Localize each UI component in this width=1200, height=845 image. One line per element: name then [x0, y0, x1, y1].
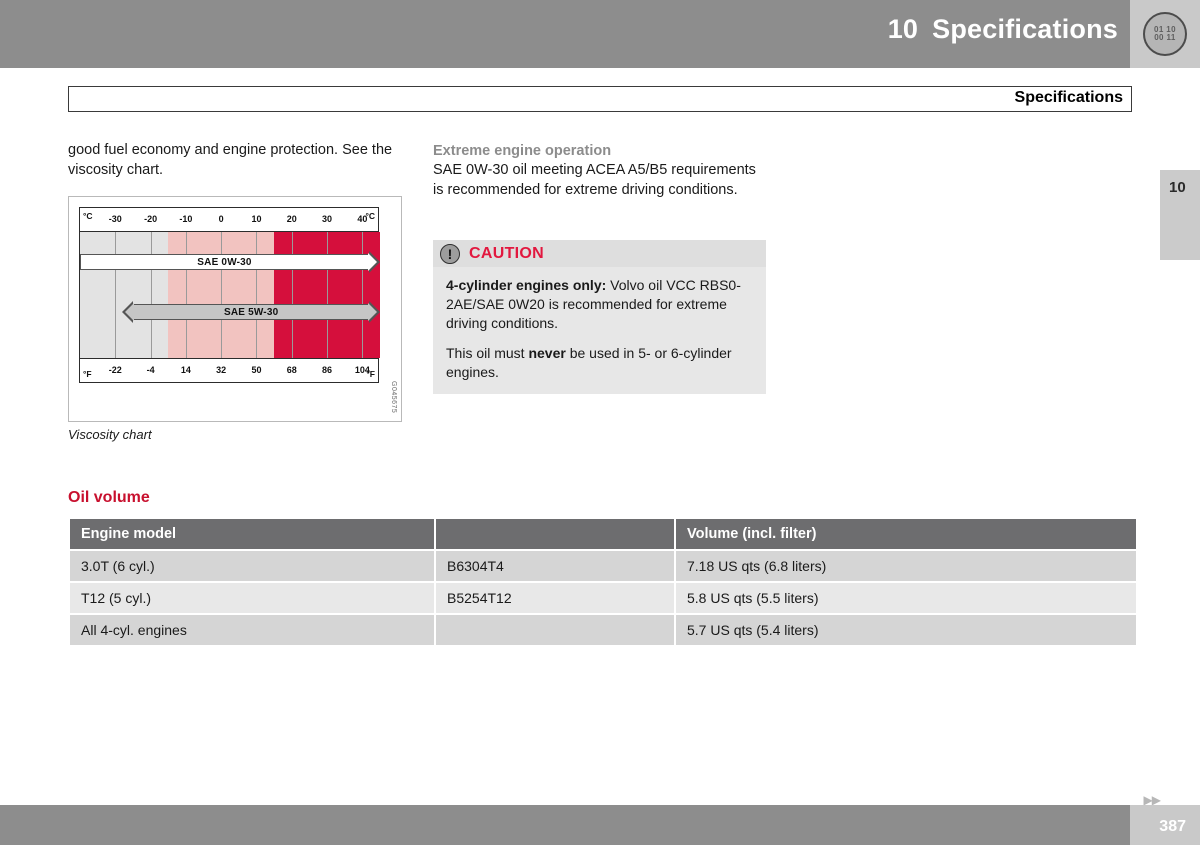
viscosity-chart: °C °C -30 -20 -10 0 10 20 30 40 SAE 0W-30 SAE 5W… — [79, 207, 380, 383]
caution-box: ! CAUTION 4-cylinder engines only: Volvo… — [433, 240, 766, 394]
table-row: All 4-cyl. engines 5.7 US qts (5.4 liters… — [70, 615, 1136, 645]
celsius-tick: 40 — [357, 214, 368, 224]
cell-volume: 7.18 US qts (6.8 liters) — [676, 551, 1136, 581]
gridline — [185, 232, 187, 358]
figure-caption: Viscosity chart — [68, 427, 152, 442]
viscosity-figure: °C °C -30 -20 -10 0 10 20 30 40 SAE 0W-30 SAE 5W… — [68, 196, 402, 422]
cell-engine-code — [436, 615, 674, 645]
caution-never-bold: never — [528, 345, 566, 361]
celsius-axis: °C °C -30 -20 -10 0 10 20 30 40 — [80, 208, 378, 232]
celsius-tick: 30 — [322, 214, 333, 224]
celsius-tick: -10 — [179, 214, 193, 224]
caution-bold-lead: 4-cylinder engines only: — [446, 277, 607, 293]
viscosity-bar-sae-5w-30: SAE 5W-30 — [122, 301, 380, 323]
arrow-left-icon — [122, 301, 135, 323]
table-row: 3.0T (6 cyl.) B6304T4 7.18 US qts (6.8 lit… — [70, 551, 1136, 581]
right-text-column: Extreme engine operation SAE 0W-30 oil m… — [433, 143, 766, 200]
left-body-paragraph: good fuel economy and engine protection.… — [68, 142, 393, 178]
side-chapter-tab[interactable]: 10 — [1160, 170, 1200, 260]
celsius-tick: 20 — [286, 214, 297, 224]
temperature-bands: SAE 0W-30 SAE 5W-30 — [80, 232, 380, 358]
arrow-right-icon — [368, 251, 380, 273]
viscosity-bar-label: SAE 0W-30 — [197, 256, 252, 268]
cell-volume: 5.8 US qts (5.5 liters) — [676, 583, 1136, 613]
caution-header: ! CAUTION — [433, 240, 766, 267]
chapter-title-text: Specifications — [932, 14, 1118, 44]
gridline — [327, 232, 329, 358]
fahrenheit-tick: -22 — [108, 365, 122, 375]
cell-engine-model: T12 (5 cyl.) — [70, 583, 434, 613]
fahrenheit-tick: 32 — [216, 365, 227, 375]
caution-paragraph-2: This oil must never be used in 5- or 6-c… — [446, 344, 753, 382]
chapter-number: 10 — [887, 14, 919, 44]
caution-title: CAUTION — [469, 244, 544, 262]
breadcrumb-label: Specifications — [1014, 89, 1123, 106]
celsius-tick: 0 — [218, 214, 224, 224]
cell-engine-code: B5254T12 — [436, 583, 674, 613]
gridline — [362, 232, 364, 358]
table-header-row: Engine model Volume (incl. filter) — [70, 519, 1136, 549]
page-footer-bar — [0, 805, 1200, 845]
fahrenheit-unit-left: °F — [83, 369, 92, 379]
caution-para2-pre: This oil must — [446, 345, 529, 361]
viscosity-bar-sae-0w-30: SAE 0W-30 — [80, 251, 380, 273]
page-title: 10 Specifications — [888, 14, 1118, 45]
figure-code: G045675 — [390, 380, 397, 413]
exclamation-icon: ! — [440, 243, 460, 264]
oil-volume-table: Engine model Volume (incl. filter) 3.0T … — [68, 517, 1138, 647]
celsius-unit-left: °C — [83, 211, 93, 221]
column-header-engine-model: Engine model — [70, 519, 434, 549]
column-header-volume: Volume (incl. filter) — [676, 519, 1136, 549]
fahrenheit-axis: °F °F -22 -4 14 32 50 68 86 104 — [80, 358, 378, 382]
fahrenheit-tick: 68 — [286, 365, 297, 375]
table-row: T12 (5 cyl.) B5254T12 5.8 US qts (5.5 lite… — [70, 583, 1136, 613]
binary-line-2: 00 11 — [1154, 33, 1176, 42]
breadcrumb: Specifications — [68, 86, 1132, 112]
gridline — [115, 232, 117, 358]
extreme-operation-heading: Extreme engine operation — [433, 143, 612, 159]
band-cold — [80, 232, 169, 358]
fahrenheit-tick: 86 — [322, 365, 333, 375]
cell-engine-code: B6304T4 — [436, 551, 674, 581]
gridline — [150, 232, 152, 358]
manual-page: 10 Specifications 01 10 00 11 Specificati… — [0, 0, 1200, 845]
left-text-column: good fuel economy and engine protection.… — [68, 140, 408, 180]
cell-engine-model: 3.0T (6 cyl.) — [70, 551, 434, 581]
celsius-tick: -30 — [108, 214, 122, 224]
celsius-tick: 10 — [251, 214, 262, 224]
fahrenheit-tick: -4 — [146, 365, 155, 375]
viscosity-bar-label: SAE 5W-30 — [223, 306, 279, 318]
fahrenheit-tick: 104 — [354, 365, 370, 375]
caution-paragraph-1: 4-cylinder engines only: Volvo oil VCC R… — [446, 276, 753, 333]
fahrenheit-tick: 14 — [180, 365, 191, 375]
page-number: 387 — [1159, 818, 1186, 835]
extreme-operation-paragraph: SAE 0W-30 oil meeting ACEA A5/B5 require… — [433, 162, 756, 198]
arrow-right-icon — [367, 301, 380, 323]
cell-volume: 5.7 US qts (5.4 liters) — [676, 615, 1136, 645]
caution-body: 4-cylinder engines only: Volvo oil VCC R… — [433, 267, 766, 382]
column-header-engine-code — [436, 519, 674, 549]
side-chapter-tab-label: 10 — [1169, 179, 1186, 196]
gridline — [291, 232, 293, 358]
binary-chapter-icon: 01 10 00 11 — [1143, 12, 1187, 56]
celsius-tick: -20 — [144, 214, 158, 224]
oil-volume-heading: Oil volume — [68, 489, 150, 506]
cell-engine-model: All 4-cyl. engines — [70, 615, 434, 645]
gridline — [256, 232, 258, 358]
gridline — [221, 232, 223, 358]
fahrenheit-tick: 50 — [251, 365, 262, 375]
